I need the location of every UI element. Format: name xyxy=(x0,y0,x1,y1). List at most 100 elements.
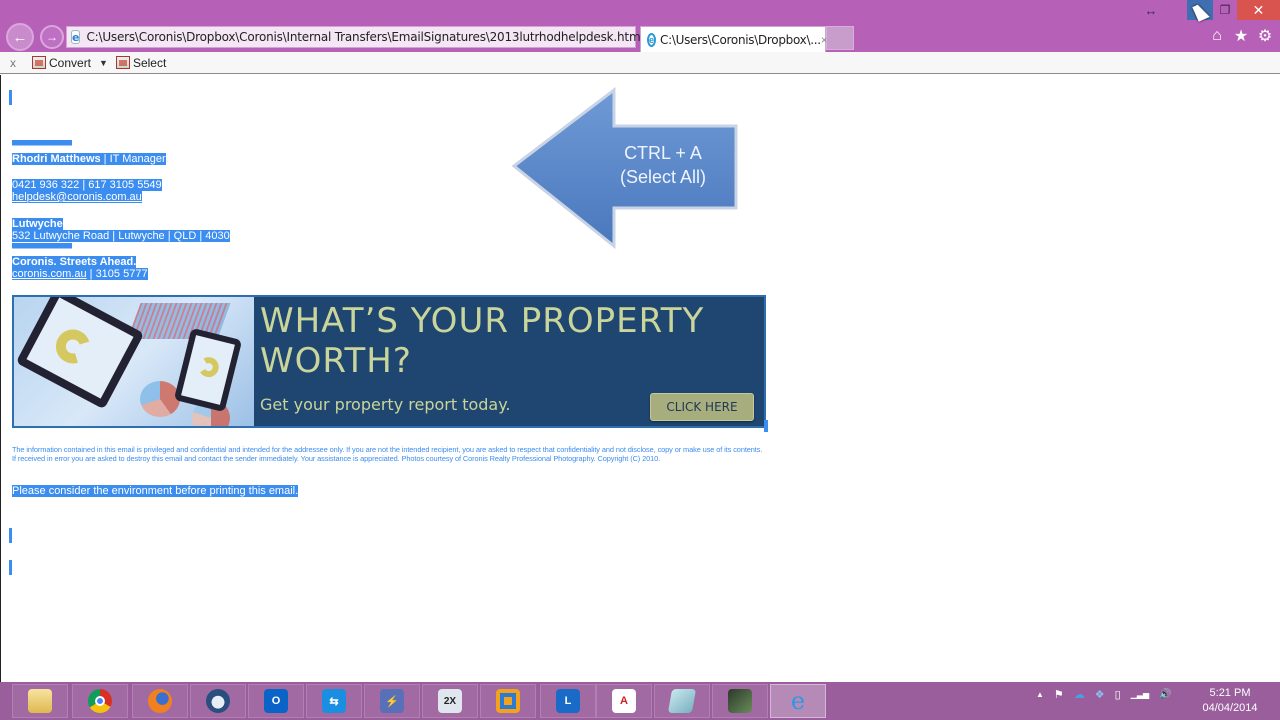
taskbar-notepad[interactable] xyxy=(654,684,710,718)
convert-label: Convert xyxy=(49,55,92,70)
taskbar-outlook[interactable]: O xyxy=(248,684,304,718)
chrome-icon xyxy=(88,689,112,713)
battery-icon[interactable]: ▯ xyxy=(1115,688,1121,701)
callout-shortcut: CTRL + A xyxy=(624,143,702,163)
selection-marker xyxy=(764,420,768,432)
signal-icon[interactable]: ▁▃▅ xyxy=(1131,690,1149,699)
signature-email-link[interactable]: helpdesk@coronis.com.au xyxy=(12,191,142,203)
convert-button[interactable]: Convert xyxy=(32,56,91,70)
taskbar-thunderbird[interactable] xyxy=(190,684,246,718)
taskbar-file-explorer[interactable] xyxy=(12,684,68,718)
selection-marker xyxy=(9,560,12,575)
environment-note-text: Please consider the environment before p… xyxy=(12,485,299,497)
folder-icon xyxy=(28,689,52,713)
clock-date: 04/04/2014 xyxy=(1202,702,1258,714)
dropbox-icon[interactable]: ❖ xyxy=(1095,688,1105,701)
arrow-right-icon: → xyxy=(46,30,58,44)
signature-company: Coronis. Streets Ahead. coronis.com.au |… xyxy=(12,256,148,280)
taskbar-lync[interactable]: L xyxy=(540,684,596,718)
signature-title: | IT Manager xyxy=(100,153,166,165)
environment-note: Please consider the environment before p… xyxy=(12,485,299,497)
close-window-button[interactable]: ✕ xyxy=(1237,0,1280,20)
taskbar-2x-client[interactable]: 2X xyxy=(422,684,478,718)
signature-office: Lutwyche 532 Lutwyche Road | Lutwyche | … xyxy=(12,218,230,242)
banner-headline: WHAT’S YOUR PROPERTY WORTH? xyxy=(260,301,704,381)
signature-address: 532 Lutwyche Road | Lutwyche | QLD | 403… xyxy=(12,230,230,242)
resize-icon[interactable]: ↔ xyxy=(1140,0,1162,20)
system-tray: ▲ ⚑ ☁ ❖ ▯ ▁▃▅ 🔊 xyxy=(1036,688,1172,701)
address-input[interactable]: C:\Users\Coronis\Dropbox\Coronis\Interna… xyxy=(86,30,643,44)
browser-toolbar-icons: ⌂ ★ ⚙ xyxy=(1208,26,1274,46)
notepad-icon xyxy=(667,689,697,713)
arrow-left-icon: ← xyxy=(12,28,28,46)
screen: ↔ – ❐ ✕ ← → e C:\Users\Coronis\Dropbox\C… xyxy=(0,0,1280,720)
star-icon[interactable]: ★ xyxy=(1232,26,1250,46)
close-toolbar-icon[interactable]: x xyxy=(10,56,24,70)
tablet-graphic xyxy=(15,297,145,410)
vmware-icon xyxy=(496,689,520,713)
tab-active[interactable]: e C:\Users\Coronis\Dropbox\... × xyxy=(640,26,828,52)
signature-contact: 0421 936 322 | 617 3105 5549 helpdesk@co… xyxy=(12,179,162,203)
callout-text: CTRL + A (Select All) xyxy=(588,141,738,189)
taskbar-remote-desktop[interactable]: ⚡ xyxy=(364,684,420,718)
taskbar-vmware[interactable] xyxy=(480,684,536,718)
flag-icon[interactable]: ⚑ xyxy=(1054,688,1064,701)
taskbar-adobe-reader[interactable]: A xyxy=(596,684,652,718)
ie-icon: e xyxy=(647,32,657,47)
new-tab-button[interactable] xyxy=(826,26,854,50)
show-hidden-icons-icon[interactable]: ▲ xyxy=(1036,690,1044,699)
selection-marker xyxy=(9,528,12,543)
ie-icon: e xyxy=(790,687,806,715)
firefox-icon xyxy=(148,689,172,713)
2x-client-icon: 2X xyxy=(438,689,462,713)
signature-office-name: Lutwyche xyxy=(12,218,63,230)
taskbar-internet-explorer[interactable]: e xyxy=(770,684,826,718)
taskbar-teamviewer[interactable]: ⇆ xyxy=(306,684,362,718)
pie-chart-graphic xyxy=(140,381,180,417)
screen-recorder-icon xyxy=(728,689,752,713)
forward-button[interactable]: → xyxy=(40,25,64,49)
clock-time: 5:21 PM xyxy=(1209,687,1251,699)
browser-titlebar: ↔ – ❐ ✕ ← → e C:\Users\Coronis\Dropbox\C… xyxy=(0,0,1280,52)
selection-marker xyxy=(9,90,12,105)
command-bar: x Convert ▼ Select xyxy=(0,52,1280,74)
signature-website-phone: | 3105 5777 xyxy=(86,268,148,280)
banner-headline-line1: WHAT’S YOUR PROPERTY xyxy=(260,301,705,341)
onedrive-icon[interactable]: ☁ xyxy=(1074,688,1085,701)
banner-headline-line2: WORTH? xyxy=(260,341,412,381)
select-label: Select xyxy=(132,55,167,70)
signature-website-link[interactable]: coronis.com.au xyxy=(12,268,87,280)
pdf-convert-icon xyxy=(32,56,46,69)
ctrl-a-callout-arrow: CTRL + A (Select All) xyxy=(510,86,740,250)
taskbar-firefox[interactable] xyxy=(132,684,188,718)
select-button[interactable]: Select xyxy=(115,55,167,70)
convert-dropdown-icon[interactable]: ▼ xyxy=(99,58,108,68)
maximize-button[interactable]: ❐ xyxy=(1213,0,1237,20)
thunderbird-icon xyxy=(206,689,230,713)
taskbar-screen-recorder[interactable] xyxy=(712,684,768,718)
teamviewer-icon: ⇆ xyxy=(322,689,346,713)
callout-description: (Select All) xyxy=(619,167,707,187)
tab-label: C:\Users\Coronis\Dropbox\... xyxy=(660,32,821,47)
signature-name-line: Rhodri Matthews | IT Manager xyxy=(12,153,166,165)
outlook-icon: O xyxy=(264,689,288,713)
adobe-reader-icon: A xyxy=(612,689,636,713)
volume-icon[interactable]: 🔊 xyxy=(1159,689,1171,700)
address-bar[interactable]: e C:\Users\Coronis\Dropbox\Coronis\Inter… xyxy=(66,26,676,48)
signature-phones: 0421 936 322 | 617 3105 5549 xyxy=(12,179,162,191)
gear-icon[interactable]: ⚙ xyxy=(1256,26,1274,46)
taskbar-chrome[interactable] xyxy=(72,684,128,718)
page-icon: e xyxy=(71,30,81,44)
taskbar: O ⇆ ⚡ 2X L A e ▲ ⚑ ☁ ❖ ▯ ▁▃▅ 🔊 5:21 PM 0… xyxy=(0,682,1280,720)
property-banner[interactable]: WHAT’S YOUR PROPERTY WORTH? Get your pro… xyxy=(12,295,766,428)
phone-graphic xyxy=(173,327,243,413)
banner-image xyxy=(14,297,254,426)
banner-subtitle: Get your property report today. xyxy=(260,395,511,414)
pdf-select-icon xyxy=(115,56,130,69)
clock[interactable]: 5:21 PM 04/04/2014 xyxy=(1190,686,1270,716)
back-button[interactable]: ← xyxy=(6,23,34,51)
home-icon[interactable]: ⌂ xyxy=(1208,26,1226,46)
signature-tagline: Coronis. Streets Ahead. xyxy=(12,256,137,268)
remote-desktop-icon: ⚡ xyxy=(380,689,404,713)
click-here-button[interactable]: CLICK HERE xyxy=(650,393,754,421)
